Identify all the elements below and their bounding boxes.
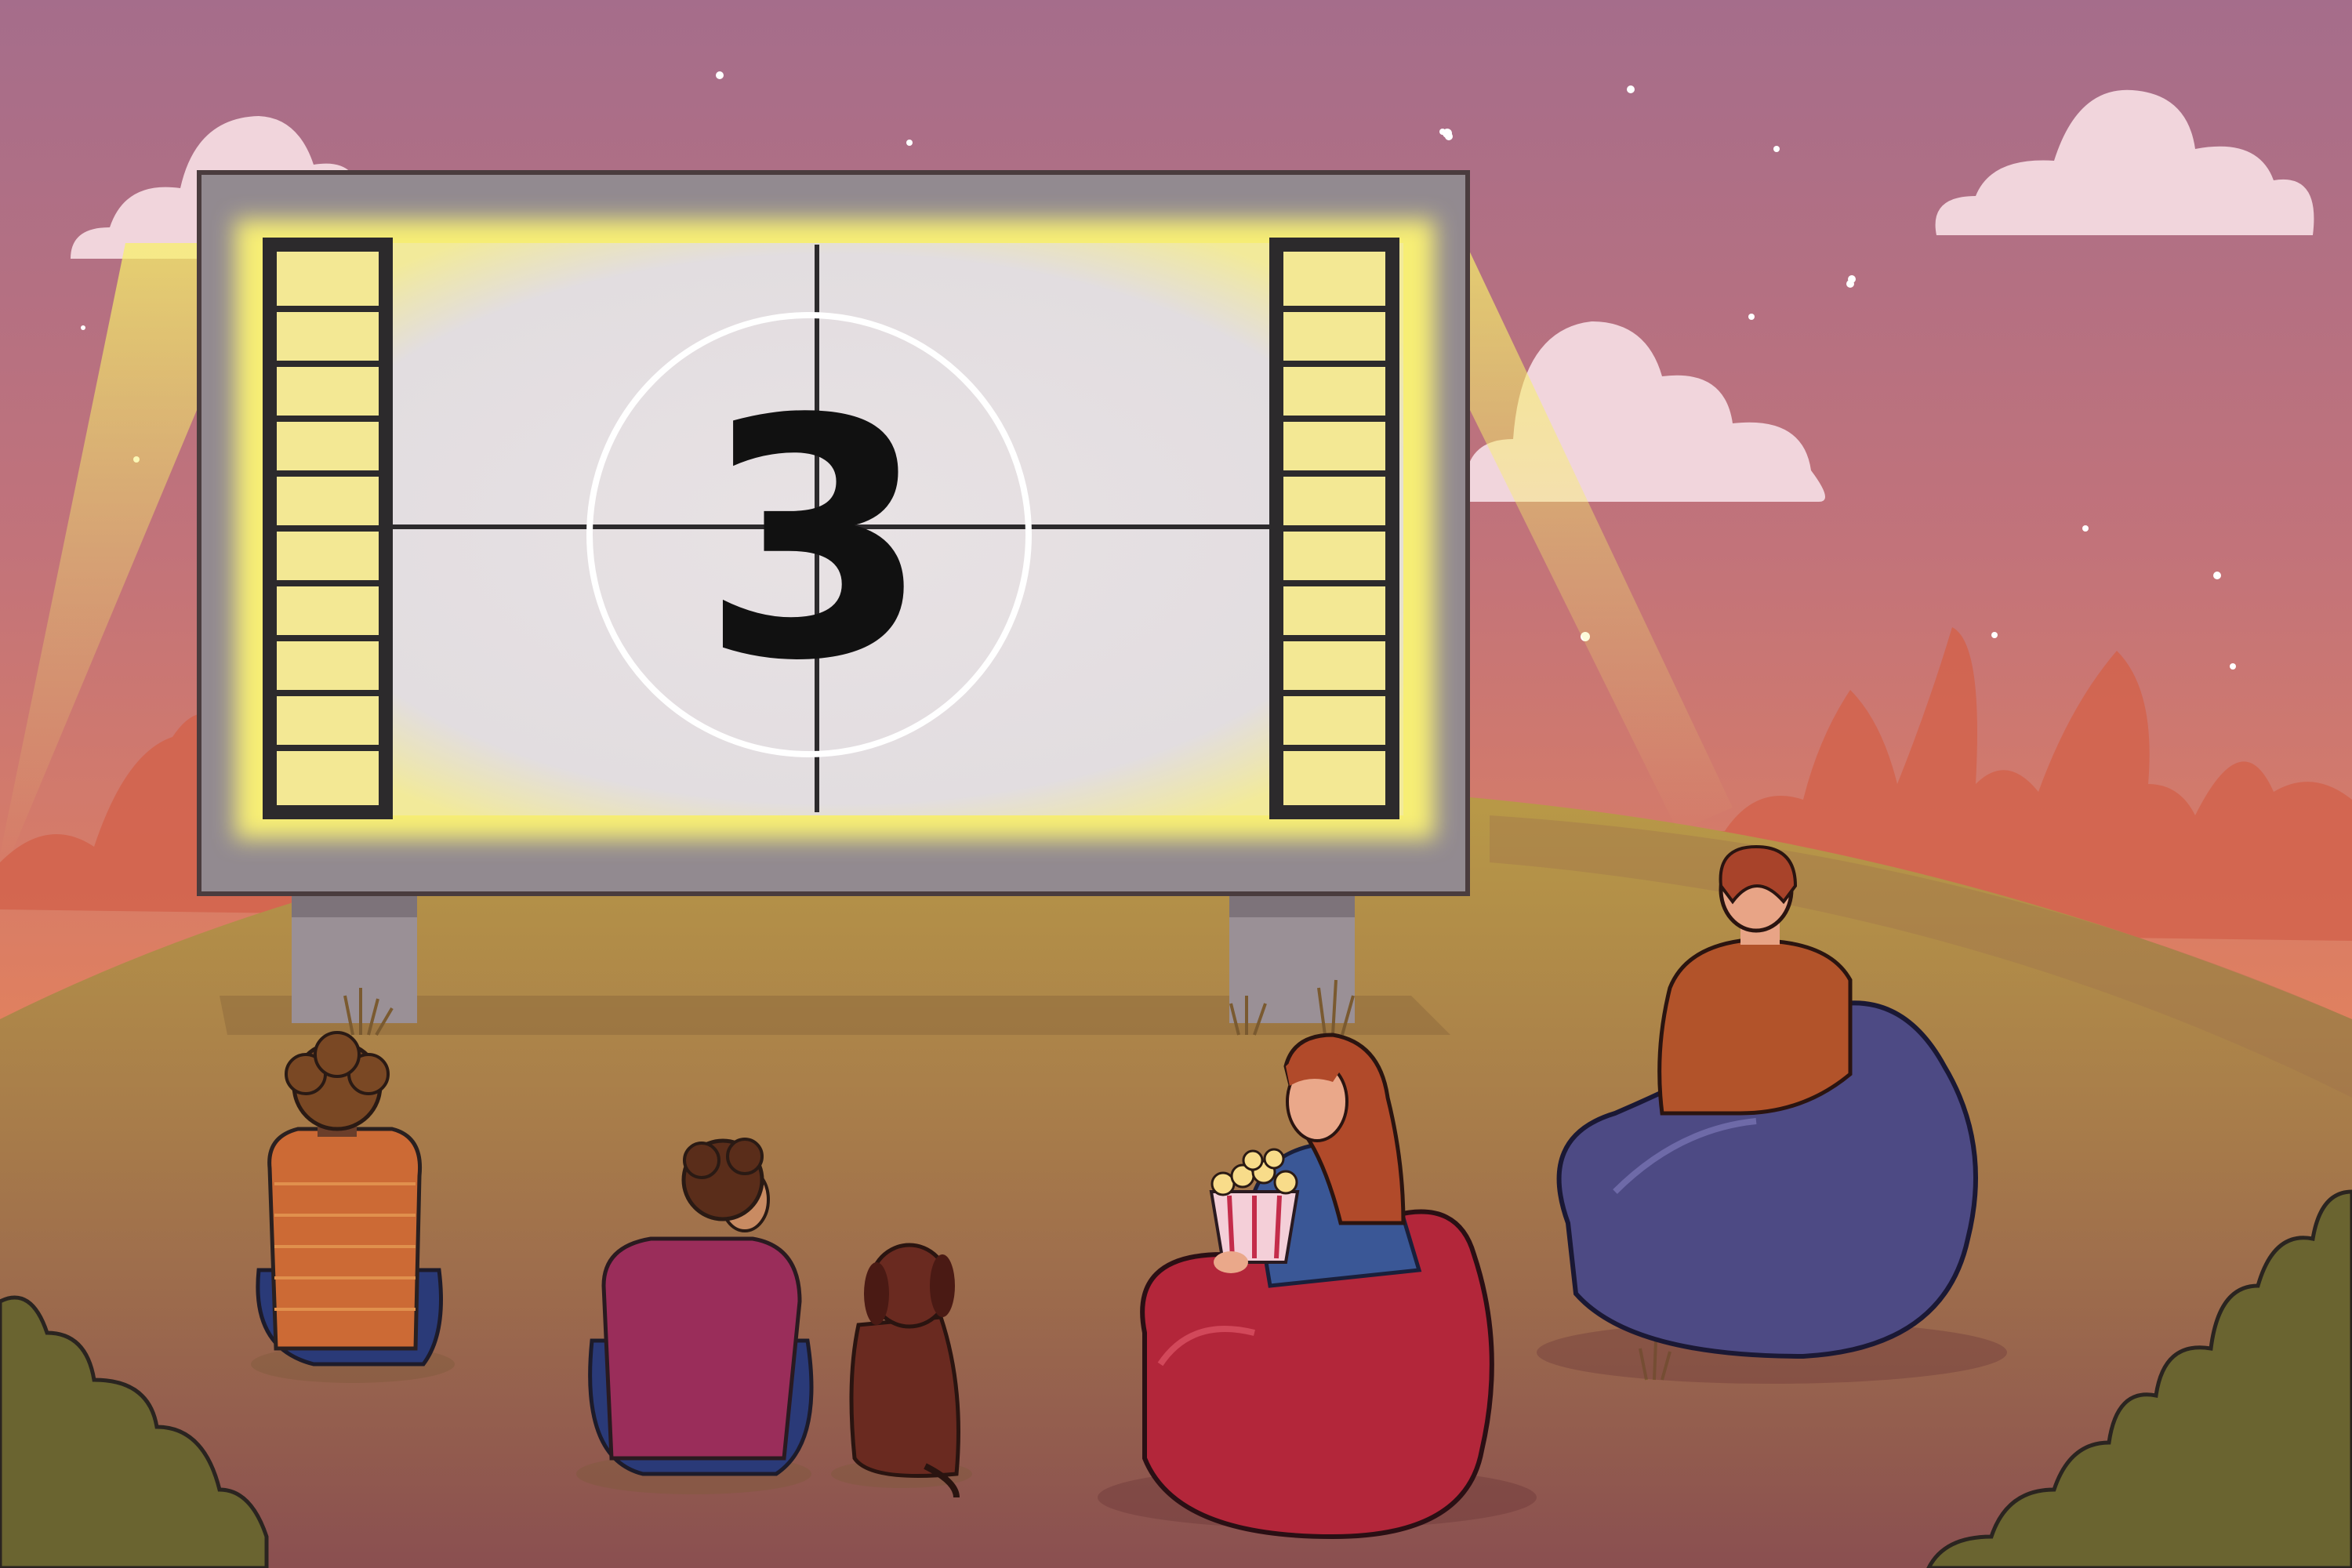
countdown-number: 3	[701, 350, 930, 733]
film-strip-right	[1269, 238, 1399, 819]
outdoor-cinema-scene: 3	[0, 0, 2352, 1568]
film-strip-left	[263, 238, 393, 819]
